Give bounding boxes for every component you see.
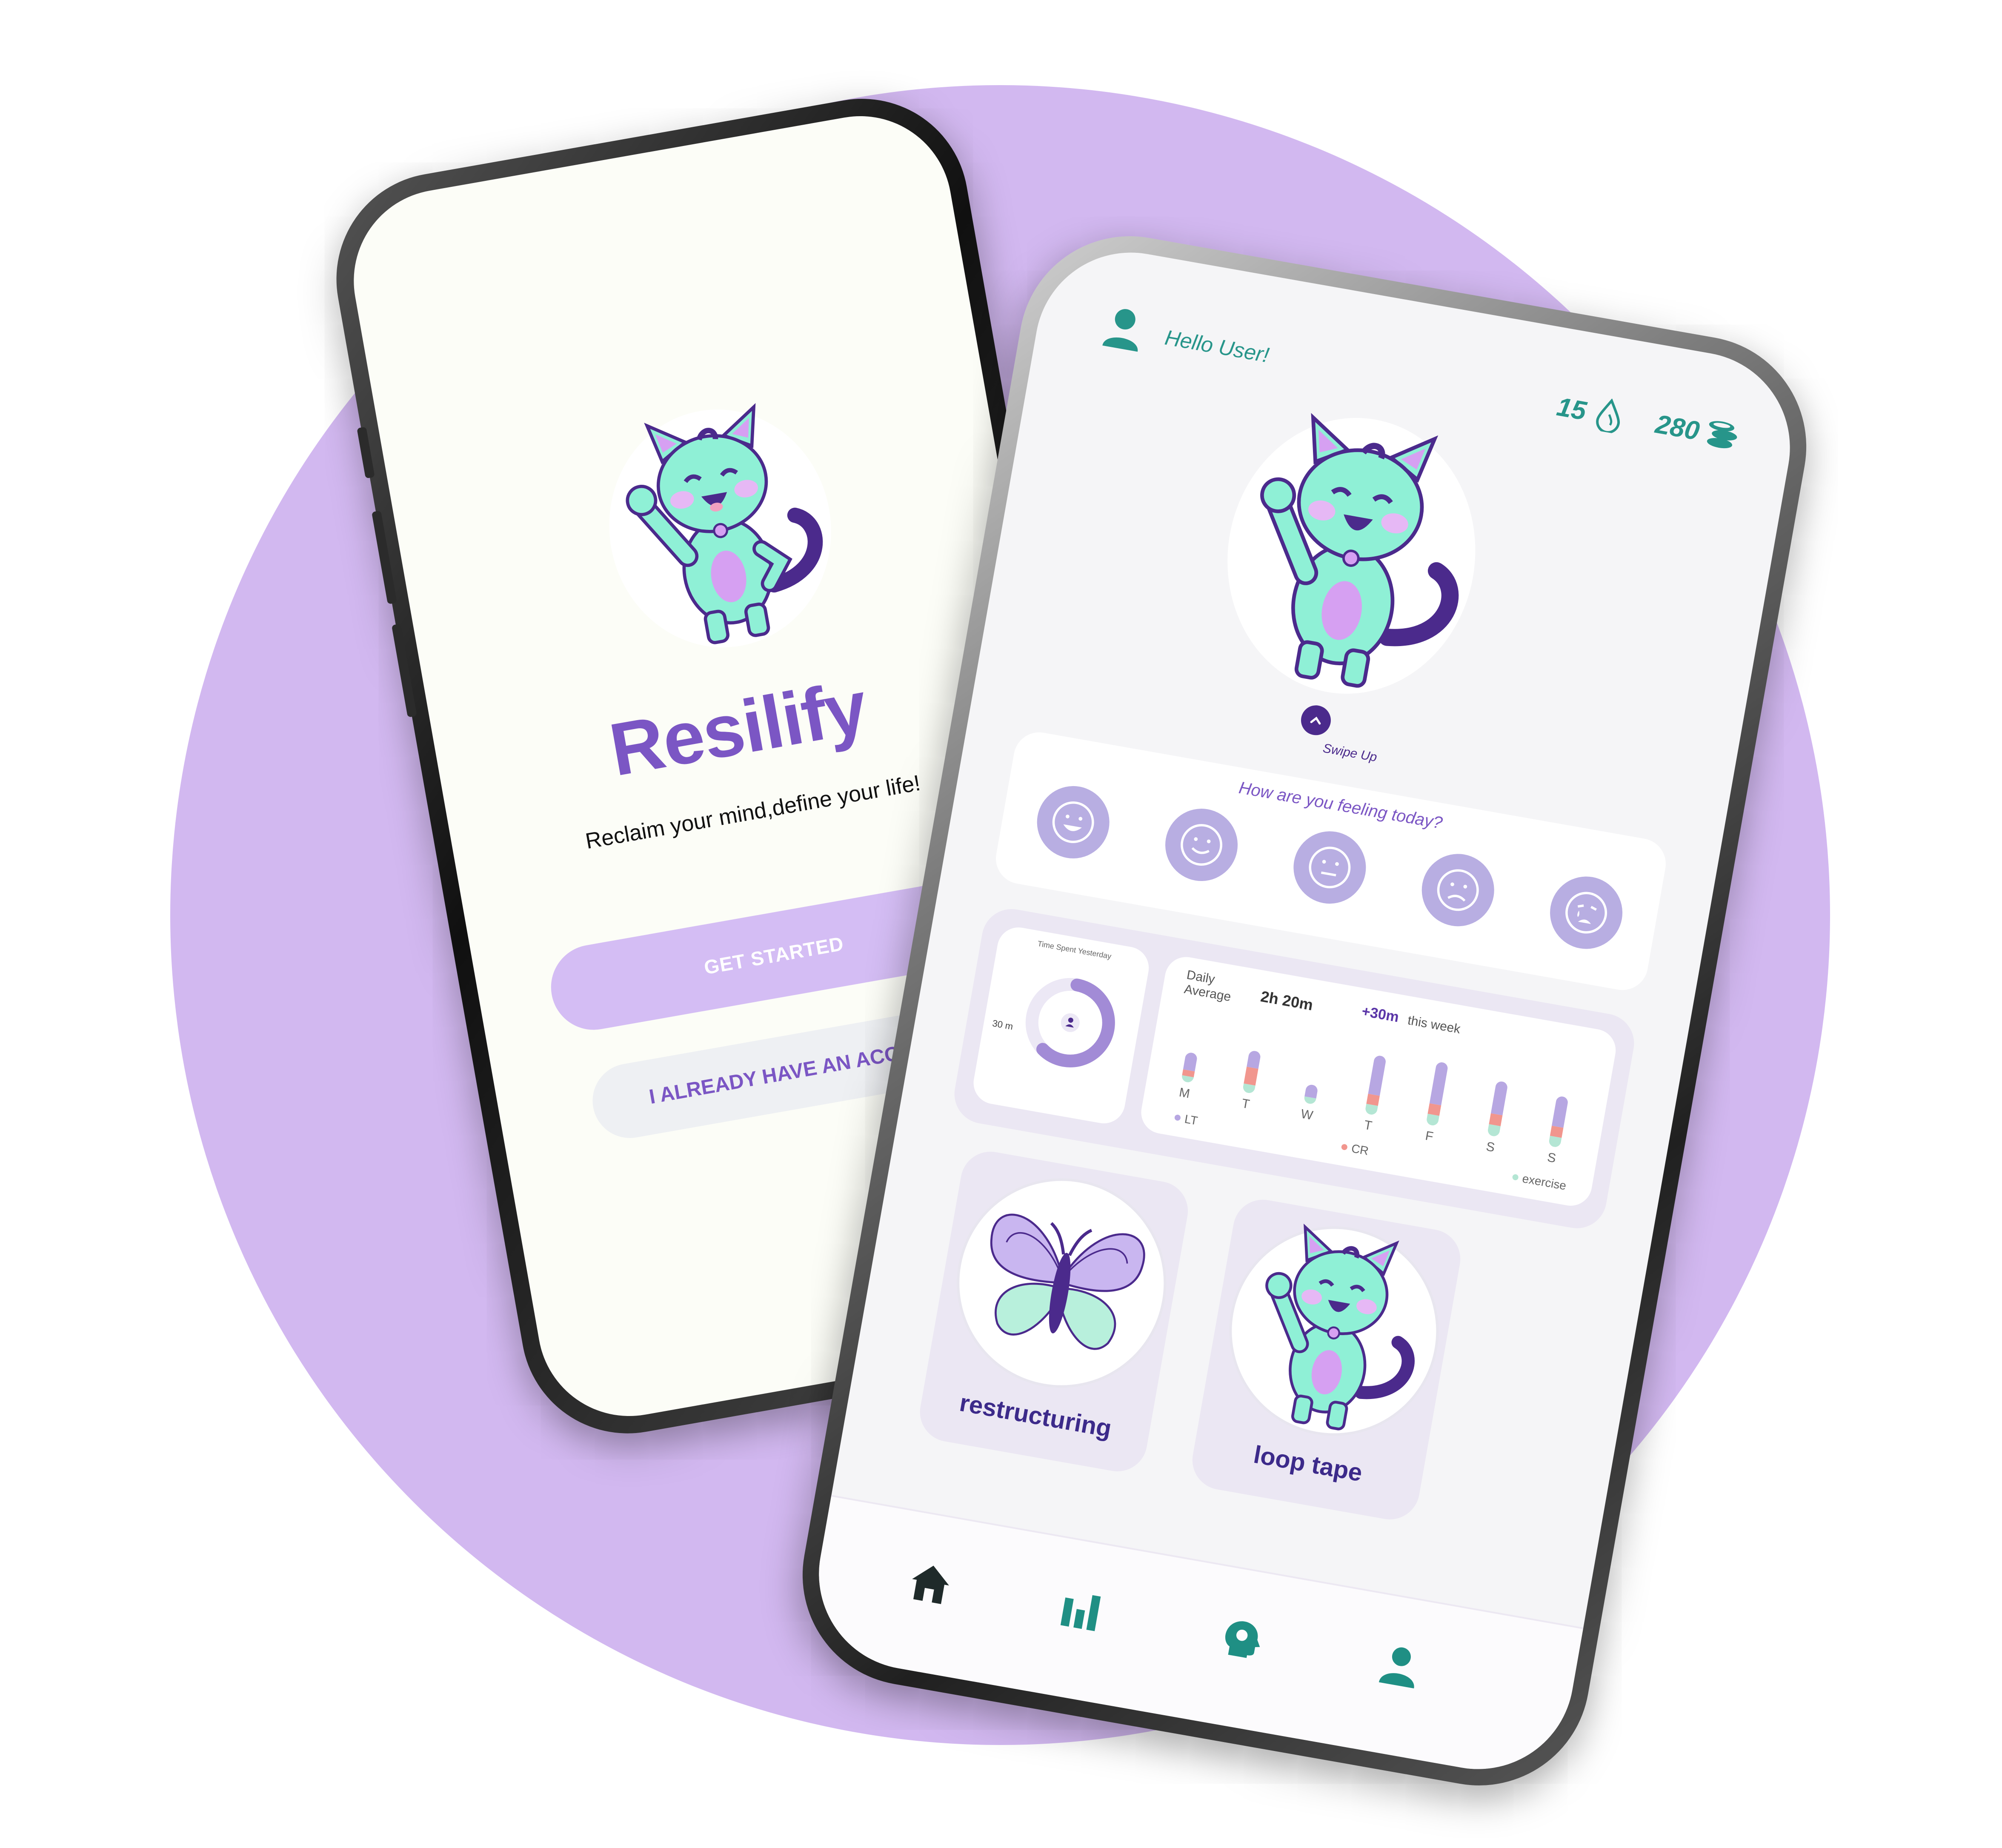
streak-count: 15 (1554, 392, 1589, 426)
bar-sat (1487, 1080, 1508, 1137)
happy-face-icon[interactable] (1159, 803, 1244, 887)
bar-sun (1548, 1096, 1569, 1148)
greeting-text: Hello User! (1163, 325, 1271, 367)
time-spent-ring (1025, 978, 1115, 1067)
mind-icon (1225, 1621, 1260, 1658)
nav-home[interactable] (898, 1551, 963, 1616)
sad-face-icon[interactable] (1416, 848, 1500, 932)
legend-label: LT (1184, 1112, 1199, 1128)
legend-exercise: exercise (1511, 1170, 1567, 1193)
activity-card-restructuring[interactable]: restructuring (915, 1147, 1193, 1476)
daily-average-value: 2h 20m (1259, 987, 1315, 1014)
bar-mon (1181, 1052, 1198, 1083)
legend-label: CR (1350, 1141, 1370, 1158)
legend-lt: LT (1173, 1110, 1199, 1128)
day-label: F (1424, 1129, 1435, 1144)
daily-average-label: Daily Average (1183, 967, 1232, 1004)
activity-card-loop-tape[interactable]: loop tape (1187, 1195, 1465, 1525)
coins-count: 280 (1653, 409, 1702, 446)
cat-waving-icon (590, 392, 850, 665)
weekly-chart-card[interactable]: Daily Average 2h 20m +30m this week M T … (1138, 953, 1619, 1209)
bar-thu (1364, 1055, 1387, 1116)
weekly-change-label: this week (1407, 1013, 1461, 1036)
very-happy-face-icon[interactable] (1031, 780, 1115, 864)
legend-cr: CR (1340, 1140, 1370, 1158)
day-label: W (1299, 1107, 1314, 1123)
bar-wed (1303, 1084, 1318, 1105)
profile-icon (1379, 1647, 1414, 1689)
legend-label: exercise (1521, 1172, 1567, 1193)
neutral-face-icon[interactable] (1287, 825, 1372, 910)
day-label: T (1363, 1118, 1373, 1133)
cat-waving-icon (1213, 1210, 1456, 1453)
time-spent-card[interactable]: Time Spent Yesterday 30 m (970, 924, 1153, 1127)
nav-mind[interactable] (1209, 1606, 1273, 1670)
chevron-up-icon (1310, 716, 1321, 725)
day-label: M (1178, 1085, 1191, 1101)
drop-icon (1593, 396, 1624, 434)
weekly-change-value: +30m (1360, 1003, 1400, 1026)
user-avatar-icon[interactable] (1098, 303, 1149, 357)
nav-stats[interactable] (1049, 1578, 1113, 1642)
cat-waving-icon (1206, 398, 1497, 714)
home-icon (912, 1565, 949, 1604)
day-label: T (1241, 1096, 1251, 1112)
stats-icon (1060, 1595, 1101, 1631)
bar-tue (1242, 1050, 1261, 1094)
nav-profile[interactable] (1368, 1634, 1432, 1698)
day-label: S (1485, 1139, 1496, 1155)
swipe-up-button[interactable] (1298, 703, 1333, 738)
day-label: S (1546, 1150, 1557, 1166)
time-spent-title: Time Spent Yesterday (1037, 939, 1112, 961)
coins-icon (1701, 418, 1744, 454)
butterfly-icon (940, 1161, 1183, 1405)
crying-face-icon[interactable] (1544, 870, 1628, 955)
time-spent-value: 30 m (991, 1018, 1014, 1032)
bar-fri (1426, 1061, 1449, 1127)
